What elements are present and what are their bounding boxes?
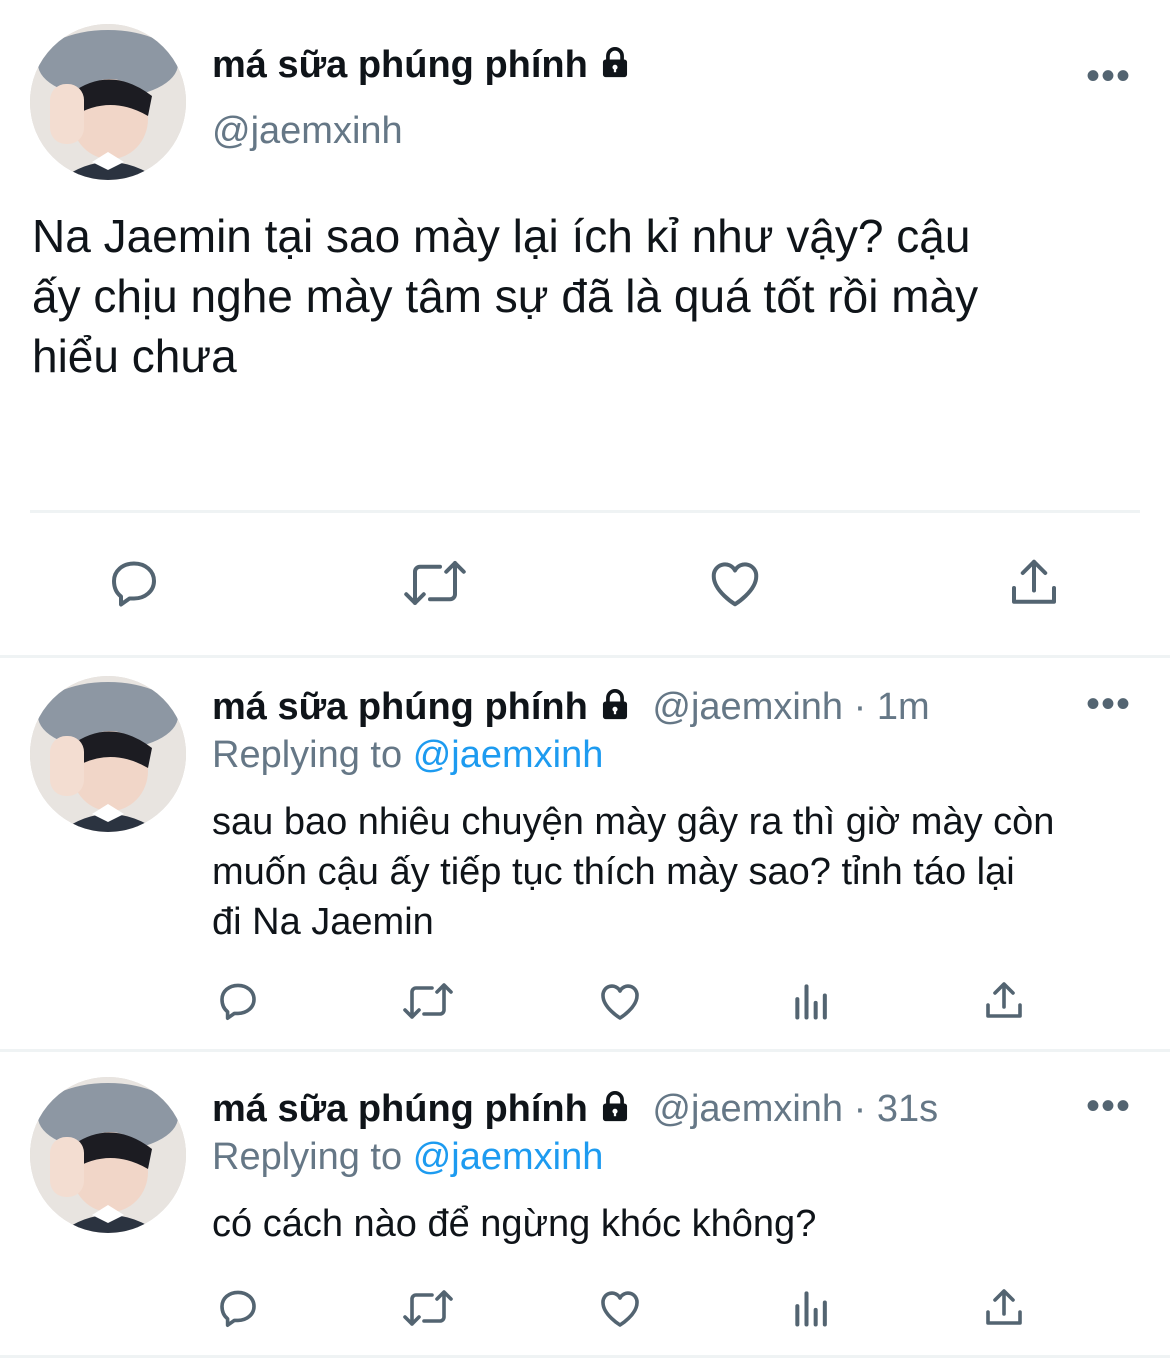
lock-icon <box>598 688 632 732</box>
retweet-icon[interactable] <box>400 553 470 613</box>
divider <box>0 655 1170 658</box>
like-icon[interactable] <box>596 977 644 1025</box>
divider <box>0 1355 1170 1358</box>
share-icon[interactable] <box>1004 553 1064 613</box>
analytics-icon[interactable] <box>790 979 834 1023</box>
reply-text: có cách nào để ngừng khóc không? <box>212 1199 1142 1249</box>
more-options-icon[interactable]: ••• <box>1086 1086 1131 1126</box>
display-name[interactable]: má sữa phúng phính <box>212 686 588 728</box>
divider <box>0 1049 1170 1052</box>
share-icon[interactable] <box>980 977 1028 1025</box>
reply-header: má sữa phúng phính @jaemxinh · 31s <box>212 1088 938 1134</box>
replying-handle-link[interactable]: @jaemxinh <box>413 734 604 776</box>
replying-label: Replying to <box>212 734 403 776</box>
retweet-icon[interactable] <box>400 977 456 1025</box>
reply-icon[interactable] <box>104 553 164 613</box>
reply-header: má sữa phúng phính @jaemxinh · 1m <box>212 686 930 732</box>
reply-text-line: muốn cậu ấy tiếp tục thích mày sao? tỉnh… <box>212 851 1015 893</box>
separator: · <box>853 686 867 728</box>
replying-handle-link[interactable]: @jaemxinh <box>413 1136 604 1178</box>
replying-label: Replying to <box>212 1136 403 1178</box>
avatar[interactable] <box>30 1077 186 1233</box>
reply-text-line: có cách nào để ngừng khóc không? <box>212 1203 817 1245</box>
avatar[interactable] <box>30 676 186 832</box>
like-icon[interactable] <box>596 1284 644 1332</box>
reply-text-line: đi Na Jaemin <box>212 901 434 943</box>
handle[interactable]: @jaemxinh <box>652 686 843 728</box>
display-name[interactable]: má sữa phúng phính <box>212 44 632 90</box>
reply-text-line: sau bao nhiêu chuyện mày gây ra thì giờ … <box>212 801 1055 843</box>
divider <box>30 510 1140 513</box>
reply-icon[interactable] <box>214 977 262 1025</box>
more-options-icon[interactable]: ••• <box>1086 684 1131 724</box>
tweet-text-line: hiểu chưa <box>32 330 237 382</box>
tweet-text-line: ấy chịu nghe mày tâm sự đã là quá tốt rồ… <box>32 270 979 322</box>
more-options-icon[interactable]: ••• <box>1086 56 1131 96</box>
reply-icon[interactable] <box>214 1284 262 1332</box>
replying-to: Replying to @jaemxinh <box>212 734 603 777</box>
lock-icon <box>598 1090 632 1134</box>
lock-icon <box>598 46 632 90</box>
separator: · <box>853 1088 867 1130</box>
timestamp[interactable]: 31s <box>877 1088 938 1130</box>
display-name-text[interactable]: má sữa phúng phính <box>212 44 588 86</box>
replying-to: Replying to @jaemxinh <box>212 1136 603 1179</box>
analytics-icon[interactable] <box>790 1286 834 1330</box>
like-icon[interactable] <box>705 553 765 613</box>
handle[interactable]: @jaemxinh <box>652 1088 843 1130</box>
share-icon[interactable] <box>980 1284 1028 1332</box>
reply-text: sau bao nhiêu chuyện mày gây ra thì giờ … <box>212 797 1142 947</box>
avatar[interactable] <box>30 24 186 180</box>
handle[interactable]: @jaemxinh <box>212 110 403 153</box>
tweet-text: Na Jaemin tại sao mày lại ích kỉ như vậy… <box>32 206 1142 386</box>
tweet-text-line: Na Jaemin tại sao mày lại ích kỉ như vậy… <box>32 210 971 262</box>
display-name[interactable]: má sữa phúng phính <box>212 1088 588 1130</box>
timestamp[interactable]: 1m <box>877 686 930 728</box>
retweet-icon[interactable] <box>400 1284 456 1332</box>
